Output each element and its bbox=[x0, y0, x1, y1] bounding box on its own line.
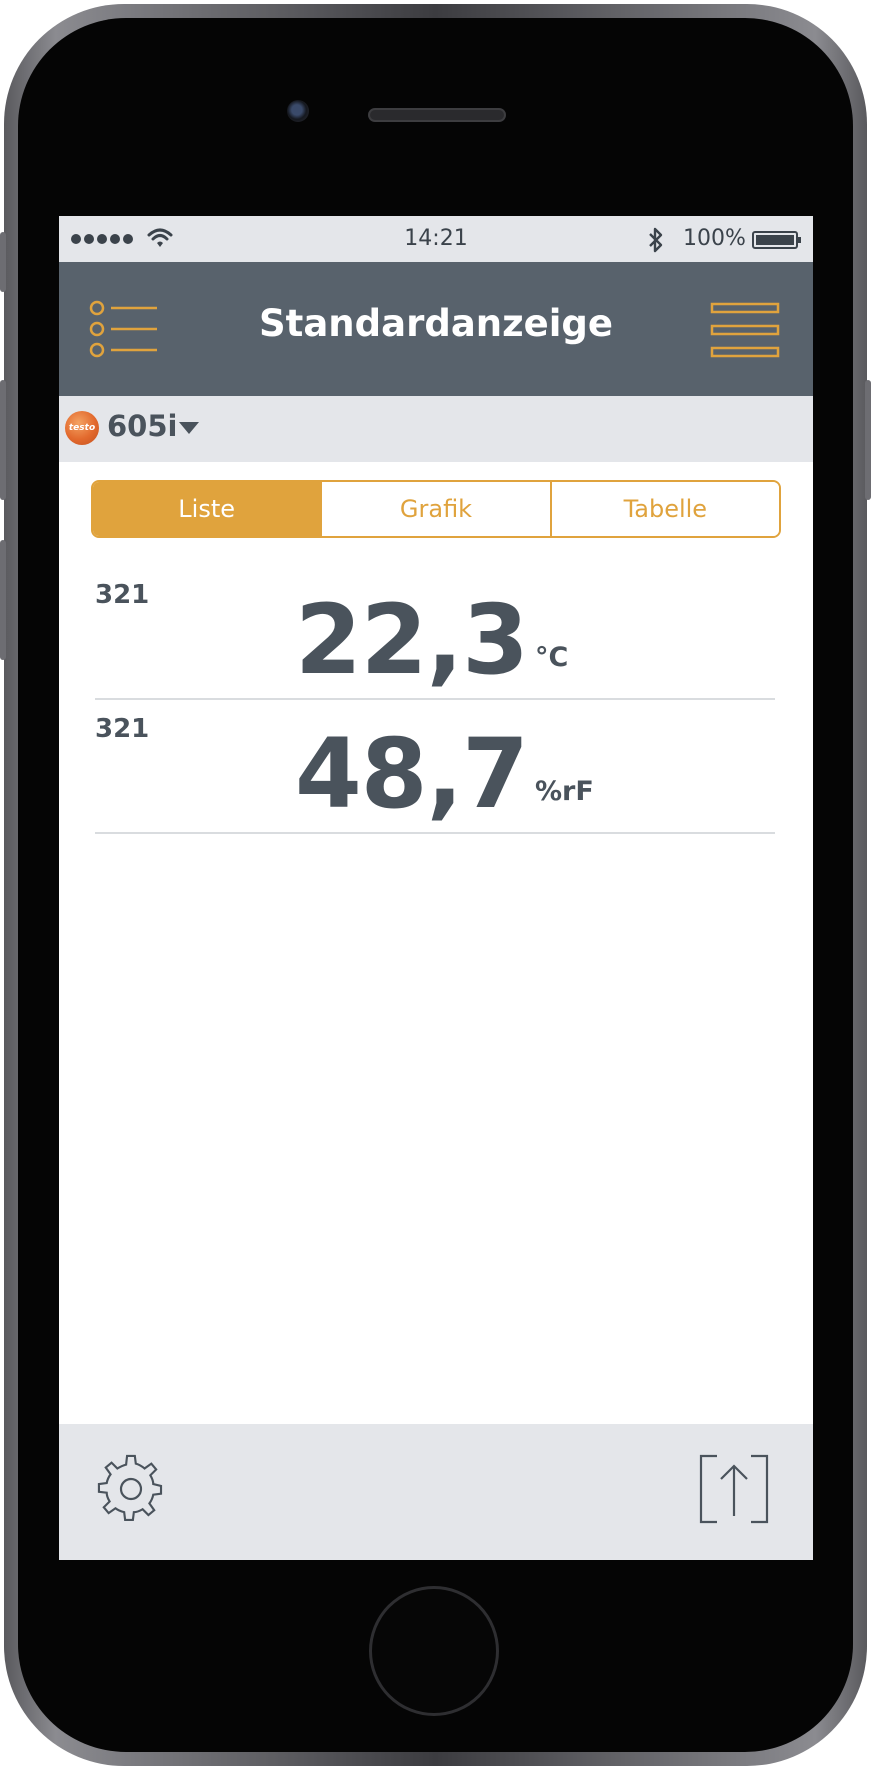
battery-icon bbox=[752, 231, 801, 249]
reading-value: 22,3 bbox=[295, 584, 529, 696]
reading-humidity[interactable]: 321 48,7 %rF bbox=[59, 700, 813, 834]
chevron-down-icon[interactable] bbox=[179, 422, 199, 434]
tab-liste[interactable]: Liste bbox=[93, 482, 321, 536]
home-button[interactable] bbox=[369, 1586, 499, 1716]
phone-silent-switch bbox=[0, 232, 6, 292]
gear-icon[interactable] bbox=[97, 1454, 167, 1524]
reading-unit: %rF bbox=[535, 776, 594, 807]
tab-grafik[interactable]: Grafik bbox=[320, 482, 550, 536]
export-icon[interactable] bbox=[699, 1454, 769, 1524]
menu-icon[interactable] bbox=[710, 302, 780, 358]
phone-volume-up bbox=[0, 380, 6, 500]
reading-value: 48,7 bbox=[295, 718, 529, 830]
bottom-toolbar bbox=[59, 1424, 813, 1560]
status-bar: 14:21 100% bbox=[59, 216, 813, 262]
testo-logo: testo bbox=[65, 411, 99, 445]
phone-power-button bbox=[865, 380, 871, 500]
page-title: Standardanzeige bbox=[258, 302, 614, 345]
device-name[interactable]: 605i bbox=[107, 409, 177, 443]
divider bbox=[95, 832, 775, 834]
battery-percent: 100% bbox=[683, 226, 746, 251]
probe-id: 321 bbox=[95, 580, 150, 610]
earpiece-speaker bbox=[368, 108, 506, 122]
app-screen: 14:21 100% Standardanzeige testo 605i Li bbox=[59, 216, 813, 1560]
view-tabs: Liste Grafik Tabelle bbox=[91, 480, 781, 538]
probe-id: 321 bbox=[95, 714, 150, 744]
nav-bar: Standardanzeige bbox=[59, 262, 813, 396]
reading-temperature[interactable]: 321 22,3 °C bbox=[59, 566, 813, 700]
tab-tabelle[interactable]: Tabelle bbox=[549, 482, 779, 536]
device-selector[interactable]: testo 605i bbox=[59, 396, 813, 462]
phone-volume-down bbox=[0, 540, 6, 660]
reading-unit: °C bbox=[535, 642, 569, 673]
front-camera bbox=[287, 100, 309, 122]
bluetooth-icon bbox=[649, 227, 663, 253]
